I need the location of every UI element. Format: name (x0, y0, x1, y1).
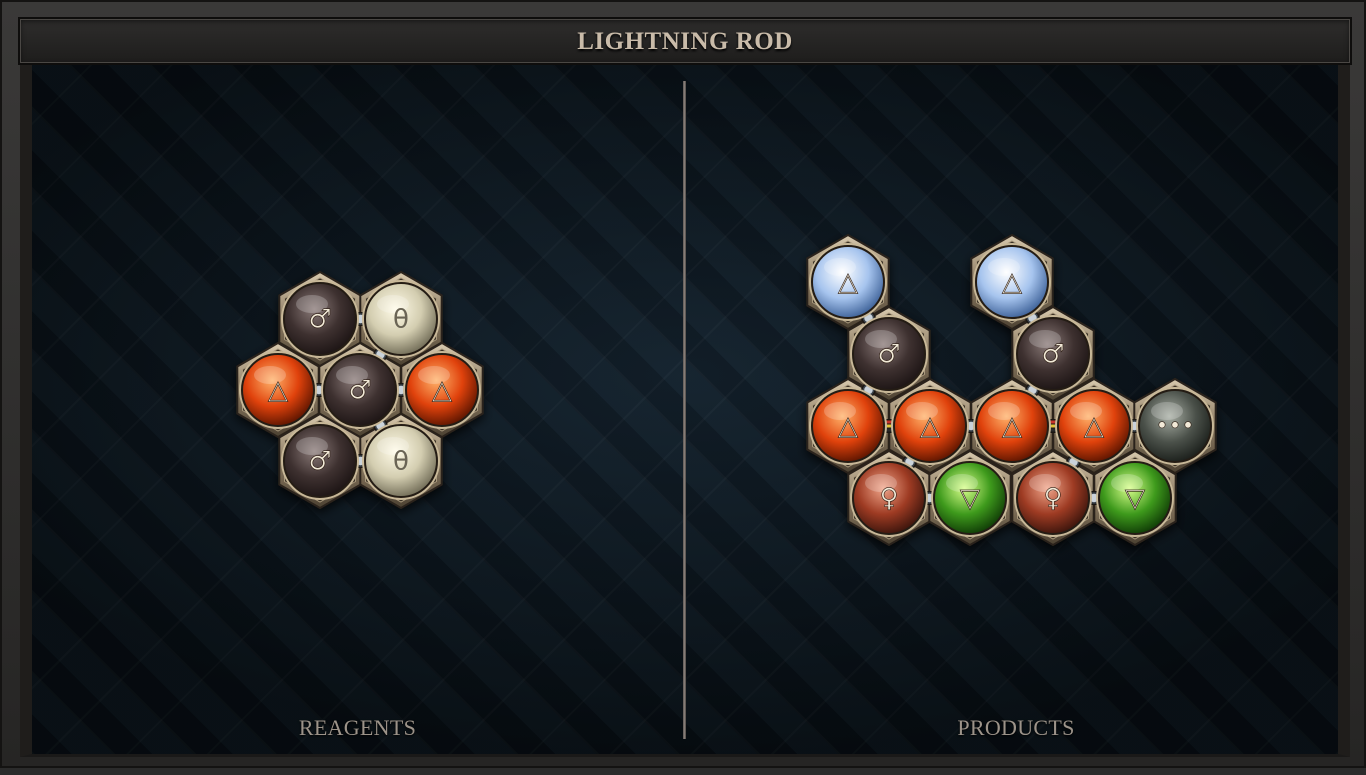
atom-symbol-air: △ (1002, 268, 1022, 298)
product-molecule-1: △ ♂ △ △ ♀ ▽ △ ♂ △ △ ••• ♀ ▽ (806, 233, 1217, 547)
atom-copper: ♀ (850, 459, 928, 537)
atom-iron: ♂ (281, 280, 359, 358)
atom-fire: △ (891, 387, 969, 465)
atom-copper: ♀ (1014, 459, 1092, 537)
atom-salt: θ (362, 280, 440, 358)
game-window-frame: LIGHTNING ROD REAGENTS PRODUCTS ♂ θ △ ♂ △ ♂ θ △… (0, 0, 1366, 768)
atom-fire: △ (239, 351, 317, 429)
atom-fire: △ (403, 351, 481, 429)
atom-symbol-salt: θ (393, 305, 409, 335)
atom-symbol-air: △ (838, 268, 858, 298)
atom-iron: ♂ (850, 315, 928, 393)
atom-symbol-iron: ♂ (308, 447, 331, 477)
atom-symbol-salt: θ (393, 447, 409, 477)
atom-symbol-iron: ♂ (348, 376, 371, 406)
atom-fire: △ (1055, 387, 1133, 465)
atom-air: △ (809, 243, 887, 321)
molecules-svg: ♂ θ △ ♂ △ ♂ θ △ ♂ △ △ ♀ ▽ △ ♂ △ △ ••• ♀ ▽ (236, 233, 1217, 547)
atom-earth: ▽ (1096, 459, 1174, 537)
atom-earth: ▽ (931, 459, 1009, 537)
atom-iron: ♂ (281, 422, 359, 500)
atom-symbol-fire: △ (1002, 412, 1022, 442)
atom-salt: θ (362, 422, 440, 500)
atom-symbol-fire: △ (1084, 412, 1104, 442)
atom-symbol-iron: ♂ (308, 305, 331, 335)
atom-iron: ♂ (1014, 315, 1092, 393)
atom-symbol-earth: ▽ (960, 484, 980, 514)
atom-symbol-iron: ♂ (877, 340, 900, 370)
atom-fire: △ (809, 387, 887, 465)
atom-fire: △ (973, 387, 1051, 465)
atom-quintessence: ••• (1136, 387, 1214, 465)
atom-symbol-copper: ♀ (1043, 484, 1062, 514)
atom-symbol-fire: △ (432, 376, 452, 406)
atom-iron: ♂ (321, 351, 399, 429)
atom-symbol-iron: ♂ (1041, 340, 1064, 370)
atom-symbol-quintessence: ••• (1156, 414, 1195, 439)
reagent-molecule-1: ♂ θ △ ♂ △ ♂ θ (236, 270, 484, 510)
atom-symbol-fire: △ (920, 412, 940, 442)
atom-symbol-fire: △ (268, 376, 288, 406)
molecules-layer: ♂ θ △ ♂ △ ♂ θ △ ♂ △ △ ♀ ▽ △ ♂ △ △ ••• ♀ ▽ (2, 2, 1366, 770)
atom-air: △ (973, 243, 1051, 321)
atom-symbol-fire: △ (838, 412, 858, 442)
atom-symbol-earth: ▽ (1125, 484, 1145, 514)
atom-symbol-copper: ♀ (879, 484, 898, 514)
